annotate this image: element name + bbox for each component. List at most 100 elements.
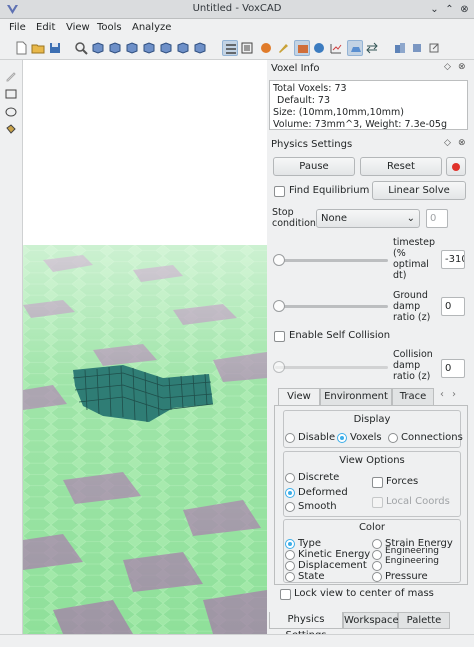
voxel-info-line: Default: 73 [277, 95, 331, 106]
view-cube-5-icon[interactable] [158, 40, 174, 56]
pencil-icon[interactable] [3, 68, 19, 84]
tab-physics-settings[interactable]: Physics Settings [269, 612, 343, 641]
left-tool-strip [0, 60, 23, 647]
view-cube-4-icon[interactable] [141, 40, 157, 56]
collision-damp-field[interactable]: 0 [441, 359, 465, 378]
color-displacement-label: Displacement [298, 560, 367, 571]
linear-solve-button[interactable]: Linear Solve [372, 181, 466, 200]
mode-smooth-label: Smooth [298, 501, 337, 512]
mode-deformed-label: Deformed [298, 487, 348, 498]
close-icon[interactable]: ⊗ [458, 3, 471, 16]
view-options-title: View Options [339, 455, 405, 466]
display-disable-label: Disable [298, 432, 336, 443]
forces-checkbox[interactable] [372, 477, 383, 488]
color-type-radio[interactable] [285, 539, 295, 549]
menu-tools[interactable]: Tools [97, 22, 122, 33]
self-collision-checkbox[interactable] [274, 331, 285, 342]
mode-discrete-radio[interactable] [285, 473, 295, 483]
find-equilibrium-label: Find Equilibrium [289, 185, 370, 196]
collision-damp-slider-track[interactable] [275, 366, 388, 369]
timestep-slider-handle[interactable] [273, 254, 285, 266]
timestep-label: timestep (% optimal dt) [393, 237, 436, 281]
lock-view-checkbox[interactable] [280, 589, 291, 600]
zoom-icon[interactable] [73, 40, 89, 56]
view-cube-1-icon[interactable] [90, 40, 106, 56]
view-cube-7-icon[interactable] [192, 40, 208, 56]
graph-icon[interactable] [328, 40, 344, 56]
color-kinetic-radio[interactable] [285, 550, 295, 560]
lock-view-label: Lock view to center of mass [294, 588, 434, 599]
mode-deformed-radio[interactable] [285, 488, 295, 498]
voxel-info-line: Size: (10mm,10mm,10mm) [273, 107, 404, 118]
close-dock-icon[interactable]: ⊗ [458, 62, 466, 72]
stop-condition-select[interactable]: None ⌄ [316, 209, 420, 228]
menu-bar: File Edit View Tools Analyze [0, 19, 474, 37]
new-file-icon[interactable] [13, 40, 29, 56]
tab-trace[interactable]: Trace [392, 388, 434, 406]
fea-icon[interactable] [311, 40, 327, 56]
voxel-view-icon[interactable] [239, 40, 255, 56]
ellipse-icon[interactable] [3, 104, 19, 120]
collision-damp-label: Collision damp ratio (z) [393, 349, 433, 382]
display-disable-radio[interactable] [285, 433, 295, 443]
stop-condition-label: Stop condition [272, 207, 316, 229]
ground-damp-field[interactable]: 0 [441, 297, 465, 316]
minimize-icon[interactable]: ⌄ [428, 3, 441, 16]
tab-scroll-left-icon[interactable]: ‹ [440, 389, 444, 400]
color-strain-radio[interactable] [372, 539, 382, 549]
paint-icon[interactable] [275, 40, 291, 56]
local-coords-checkbox[interactable] [372, 497, 383, 508]
view-cube-6-icon[interactable] [175, 40, 191, 56]
3d-viewport[interactable] [23, 60, 267, 634]
bucket-fill-icon[interactable] [3, 122, 19, 138]
list-view-icon[interactable] [222, 40, 238, 56]
tab-workspace[interactable]: Workspace [343, 612, 399, 629]
ground-damp-slider-handle[interactable] [273, 300, 285, 312]
menu-analyze[interactable]: Analyze [132, 22, 171, 33]
collision-damp-slider-handle[interactable] [273, 361, 285, 373]
swap-icon[interactable] [364, 40, 380, 56]
menu-edit[interactable]: Edit [36, 22, 55, 33]
timestep-slider-track[interactable] [275, 259, 388, 262]
window-title: Untitled - VoxCAD [192, 3, 282, 14]
material-icon[interactable] [258, 40, 274, 56]
physics-sandbox-icon[interactable] [294, 40, 310, 56]
display-connections-radio[interactable] [388, 433, 398, 443]
color-state-radio[interactable] [285, 572, 295, 582]
mode-smooth-radio[interactable] [285, 502, 295, 512]
find-equilibrium-checkbox[interactable] [274, 186, 285, 197]
rectangle-icon[interactable] [3, 86, 19, 102]
view-cube-3-icon[interactable] [124, 40, 140, 56]
save-icon[interactable] [47, 40, 63, 56]
color-engineering-1-radio[interactable] [372, 550, 382, 560]
tab-palette[interactable]: Palette [398, 612, 450, 629]
float-icon[interactable]: ◇ [444, 138, 451, 148]
color-pressure-radio[interactable] [372, 572, 382, 582]
close-dock-icon[interactable]: ⊗ [458, 138, 466, 148]
cube-small-icon[interactable] [409, 40, 425, 56]
timestep-field[interactable]: -310 [441, 250, 465, 269]
maximize-icon[interactable]: ⌃ [443, 3, 456, 16]
tab-environment[interactable]: Environment [320, 388, 392, 406]
reset-button[interactable]: Reset [360, 157, 442, 176]
stiffness-icon[interactable] [347, 40, 363, 56]
color-kinetic-label: Kinetic Energy [298, 549, 371, 560]
view-cube-2-icon[interactable] [107, 40, 123, 56]
status-bar [0, 634, 474, 647]
tab-scroll-right-icon[interactable]: › [452, 389, 456, 400]
display-voxels-radio[interactable] [337, 433, 347, 443]
menu-file[interactable]: File [9, 22, 26, 33]
float-icon[interactable]: ◇ [444, 62, 451, 72]
ground-damp-slider-track[interactable] [275, 305, 388, 308]
color-engineering-2-radio[interactable] [372, 561, 382, 571]
voxel-info-title: Voxel Info [271, 63, 320, 74]
blocks-icon[interactable] [392, 40, 408, 56]
record-button[interactable] [446, 157, 466, 176]
color-displacement-radio[interactable] [285, 561, 295, 571]
export-icon[interactable] [426, 40, 442, 56]
physics-settings-title: Physics Settings [271, 139, 353, 150]
menu-view[interactable]: View [66, 22, 90, 33]
open-folder-icon[interactable] [30, 40, 46, 56]
pause-button[interactable]: Pause [273, 157, 355, 176]
stop-value-field[interactable]: 0 [426, 209, 448, 228]
